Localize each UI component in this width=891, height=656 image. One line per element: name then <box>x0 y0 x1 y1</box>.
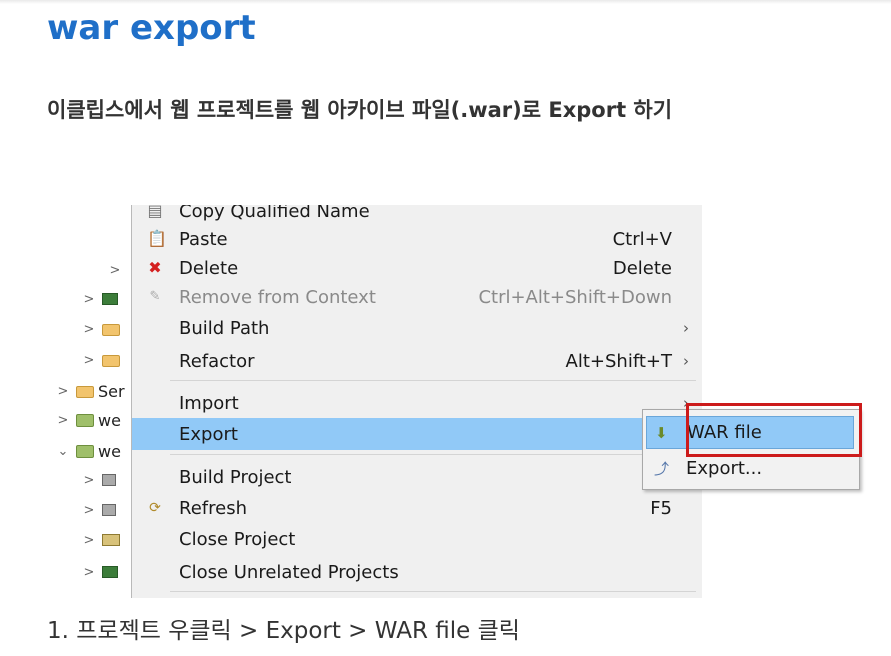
menu-item-shortcut: Alt+Shift+T <box>565 350 672 372</box>
menu-item-label: Delete <box>179 257 239 279</box>
web-project-icon <box>76 444 94 458</box>
chevron-down-icon[interactable]: ⌄ <box>56 444 70 459</box>
folder-icon <box>76 386 94 398</box>
chevron-right-icon[interactable]: > <box>82 292 96 307</box>
menu-item-delete[interactable]: ✖ Delete Delete <box>132 252 702 284</box>
web-project-icon <box>76 413 94 427</box>
paste-icon: 📋 <box>147 229 167 248</box>
war-file-highlight-box <box>686 403 862 457</box>
page-heading: war export <box>47 8 256 48</box>
chevron-right-icon[interactable]: > <box>56 413 70 428</box>
tree-row[interactable]: > <box>82 469 116 491</box>
copy-icon: ▤ <box>147 205 163 220</box>
menu-item-refactor[interactable]: Refactor Alt+Shift+T › <box>132 345 702 377</box>
menu-item-label: Import <box>179 392 239 414</box>
menu-item-label: Remove from Context <box>179 286 376 308</box>
menu-item-label: Paste <box>179 228 228 250</box>
chevron-right-icon: › <box>683 319 689 337</box>
tree-row[interactable]: > <box>82 529 120 551</box>
menu-item-build-project[interactable]: Build Project <box>132 461 702 493</box>
chevron-right-icon[interactable]: > <box>82 565 96 580</box>
tree-label: we <box>98 441 121 461</box>
menu-item-label: Close Unrelated Projects <box>179 561 399 583</box>
menu-separator <box>170 591 696 592</box>
menu-item-label: Refresh <box>179 497 247 519</box>
menu-item-paste[interactable]: 📋 Paste Ctrl+V <box>132 223 702 255</box>
tree-row[interactable]: > <box>82 499 116 521</box>
tree-label: Ser <box>98 381 125 401</box>
menu-item-label: Build Path <box>179 317 270 339</box>
menu-item-label: Copy Qualified Name <box>179 205 370 222</box>
folder-icon <box>102 355 120 367</box>
export-icon: ⤴ <box>654 460 670 478</box>
tree-row[interactable]: > <box>82 349 120 371</box>
menu-item-remove-from-context[interactable]: ✎ Remove from Context Ctrl+Alt+Shift+Dow… <box>132 281 702 313</box>
tree-row[interactable]: > <box>108 259 122 281</box>
menu-item-label: Export <box>179 423 238 445</box>
menu-item-shortcut: F5 <box>650 497 672 519</box>
menu-item-import[interactable]: Import › <box>132 387 702 419</box>
menu-item-label: Refactor <box>179 350 255 372</box>
menu-item-export[interactable]: Export › <box>132 418 702 450</box>
menu-item-shortcut: Ctrl+Alt+Shift+Down <box>478 286 672 308</box>
folder-icon <box>102 324 120 336</box>
library-icon <box>102 293 118 305</box>
chevron-right-icon[interactable]: > <box>82 533 96 548</box>
tree-row[interactable]: > <box>82 288 118 310</box>
chevron-right-icon[interactable]: > <box>108 263 122 278</box>
menu-item-label: Close Project <box>179 528 296 550</box>
tree-row-servers[interactable]: > Ser <box>56 380 125 402</box>
chevron-right-icon[interactable]: > <box>56 384 70 399</box>
submenu-item-export[interactable]: ⤴ Export... <box>646 453 852 484</box>
submenu-item-label: Export... <box>686 458 763 479</box>
menu-item-refresh[interactable]: ⟳ Refresh F5 <box>132 492 702 524</box>
refresh-icon: ⟳ <box>149 500 161 516</box>
page-subheading: 이클립스에서 웹 프로젝트를 웹 아카이브 파일(.war)로 Export 하… <box>47 98 673 122</box>
chevron-right-icon[interactable]: > <box>82 503 96 518</box>
menu-separator <box>170 454 696 455</box>
delete-icon: ✖ <box>148 258 162 277</box>
menu-item-label: Build Project <box>179 466 292 488</box>
chevron-right-icon: › <box>683 352 689 370</box>
top-shadow <box>0 0 891 4</box>
tree-row[interactable]: > <box>82 561 118 583</box>
menu-item-close-unrelated-projects[interactable]: Close Unrelated Projects <box>132 556 702 588</box>
chevron-right-icon[interactable]: > <box>82 473 96 488</box>
tree-row[interactable]: > <box>82 318 120 340</box>
tree-label: we <box>98 410 121 430</box>
menu-separator <box>170 380 696 381</box>
context-menu: ▤ Copy Qualified Name 📋 Paste Ctrl+V ✖ D… <box>131 205 702 598</box>
step-caption: 1. 프로젝트 우클릭 > Export > WAR file 클릭 <box>47 618 520 644</box>
war-file-icon: ⬇ <box>655 423 668 442</box>
tree-row-project-expanded[interactable]: ⌄ we <box>56 440 121 462</box>
remove-context-icon: ✎ <box>149 289 161 304</box>
eclipse-screenshot: > > > > > Ser > we ⌄ we > > > > ▤ Copy Q… <box>50 205 702 598</box>
menu-item-shortcut: Delete <box>612 257 672 279</box>
java-resources-icon <box>102 534 120 546</box>
chevron-right-icon[interactable]: > <box>82 322 96 337</box>
web-resources-icon <box>102 504 116 516</box>
tree-row-project[interactable]: > we <box>56 409 121 431</box>
menu-item-shortcut: Ctrl+V <box>612 228 672 250</box>
deployment-descriptor-icon <box>102 474 116 486</box>
chevron-right-icon[interactable]: > <box>82 353 96 368</box>
menu-item-build-path[interactable]: Build Path › <box>132 312 702 344</box>
menu-item-close-project[interactable]: Close Project <box>132 523 702 555</box>
library-icon <box>102 566 118 578</box>
